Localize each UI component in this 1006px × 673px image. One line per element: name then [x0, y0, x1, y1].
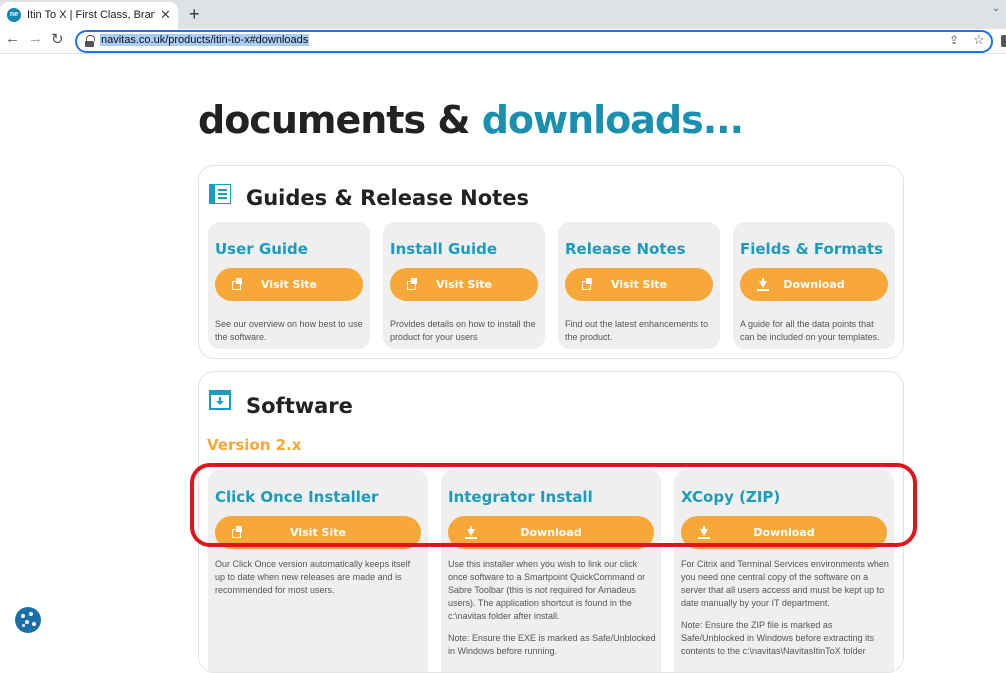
card-title: Install Guide: [390, 240, 498, 258]
fields-formats-download-button[interactable]: Download: [740, 268, 888, 301]
card-note: Note: Ensure the EXE is marked as Safe/U…: [448, 633, 656, 656]
version-label: Version 2.x: [207, 436, 302, 454]
button-label: Visit Site: [261, 278, 317, 291]
card-integrator-install: Integrator Install Download Use this ins…: [441, 470, 661, 672]
click-once-visit-site-button[interactable]: Visit Site: [215, 516, 421, 549]
card-title: User Guide: [215, 240, 308, 258]
button-label: Visit Site: [290, 526, 346, 539]
browser-toolbar: ← → ↻ navitas.co.uk/products/itin-to-x#d…: [0, 29, 1006, 54]
card-description: For Citrix and Terminal Services environ…: [681, 559, 889, 608]
button-label: Download: [753, 526, 815, 539]
card-release-notes: Release Notes Visit Site Find out the la…: [558, 222, 720, 349]
tab-search-chevron-icon[interactable]: ⌄: [992, 3, 1000, 14]
card-description: Provides details on how to install the p…: [390, 319, 536, 342]
back-arrow-icon[interactable]: ←: [5, 30, 20, 47]
button-label: Visit Site: [436, 278, 492, 291]
card-description: Our Click Once version automatically kee…: [215, 559, 411, 595]
card-note: Note: Ensure the ZIP file is marked as S…: [681, 620, 875, 656]
button-label: Download: [783, 278, 845, 291]
card-description: A guide for all the data points that can…: [740, 319, 880, 342]
extension-icon[interactable]: [1001, 35, 1006, 47]
bookmark-star-icon[interactable]: ☆: [973, 32, 985, 48]
user-guide-visit-site-button[interactable]: Visit Site: [215, 268, 363, 301]
document-icon: [209, 184, 231, 204]
card-fields-formats: Fields & Formats Download A guide for al…: [733, 222, 895, 349]
install-guide-visit-site-button[interactable]: Visit Site: [390, 268, 538, 301]
card-title: Fields & Formats: [740, 240, 884, 258]
button-label: Download: [520, 526, 582, 539]
url-text[interactable]: navitas.co.uk/products/itin-to-x#downloa…: [100, 34, 310, 46]
software-heading: Software: [246, 394, 353, 418]
page-title: documents & downloads...: [198, 98, 744, 142]
forward-arrow-icon[interactable]: →: [28, 30, 43, 47]
card-xcopy-zip: XCopy (ZIP) Download For Citrix and Term…: [674, 470, 894, 672]
browser-tab[interactable]: ne Itin To X | First Class, Branded Itin…: [0, 2, 178, 29]
download-window-icon: [209, 390, 231, 410]
guides-heading: Guides & Release Notes: [246, 186, 529, 210]
page-title-text: documents &: [198, 98, 482, 142]
browser-tab-bar: ne Itin To X | First Class, Branded Itin…: [0, 0, 1006, 29]
card-title: Release Notes: [565, 240, 686, 258]
card-user-guide: User Guide Visit Site See our overview o…: [208, 222, 370, 349]
share-icon[interactable]: ⇪: [949, 33, 959, 47]
page-title-accent: downloads...: [481, 98, 744, 142]
card-description: Use this installer when you wish to link…: [448, 559, 646, 621]
release-notes-visit-site-button[interactable]: Visit Site: [565, 268, 713, 301]
reload-icon[interactable]: ↻: [51, 30, 64, 48]
card-description: Find out the latest enhancements to the …: [565, 319, 709, 342]
card-click-once: Click Once Installer Visit Site Our Clic…: [208, 470, 428, 672]
card-description: See our overview on how best to use the …: [215, 319, 363, 342]
button-label: Visit Site: [611, 278, 667, 291]
xcopy-zip-download-button[interactable]: Download: [681, 516, 887, 549]
integrator-install-download-button[interactable]: Download: [448, 516, 654, 549]
lock-icon[interactable]: [84, 35, 95, 47]
tab-title: Itin To X | First Class, Branded Itin: [27, 9, 155, 21]
site-favicon-icon: ne: [7, 8, 21, 22]
card-title: Integrator Install: [448, 488, 593, 506]
card-install-guide: Install Guide Visit Site Provides detail…: [383, 222, 545, 349]
software-section: Software Version 2.x Click Once Installe…: [198, 371, 904, 673]
address-bar[interactable]: navitas.co.uk/products/itin-to-x#downloa…: [75, 30, 993, 53]
tab-close-icon[interactable]: ✕: [160, 7, 171, 23]
cookie-settings-icon[interactable]: [15, 607, 41, 633]
guides-section: Guides & Release Notes User Guide Visit …: [198, 165, 904, 359]
new-tab-icon[interactable]: +: [189, 4, 200, 25]
card-title: XCopy (ZIP): [681, 488, 781, 506]
card-title: Click Once Installer: [215, 488, 379, 506]
